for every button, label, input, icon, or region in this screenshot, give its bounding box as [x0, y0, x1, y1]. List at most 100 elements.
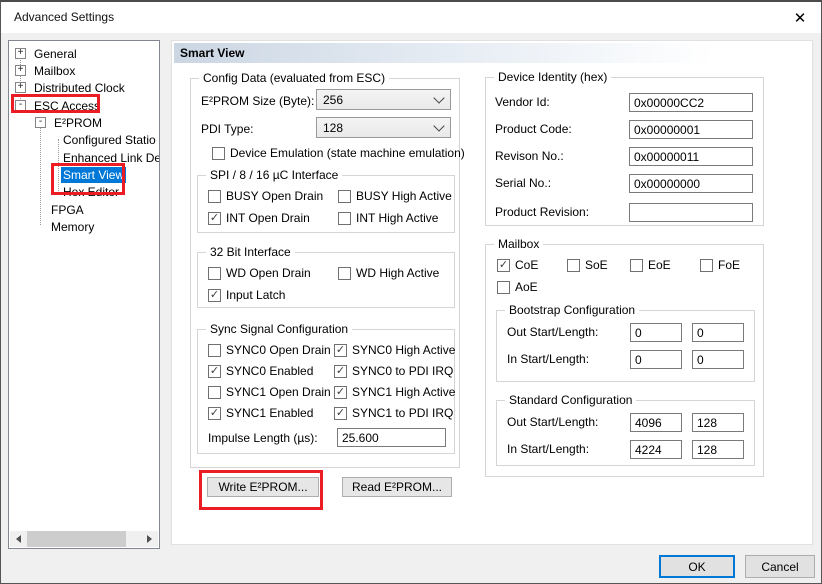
checkbox-icon[interactable]: ✓: [497, 259, 510, 272]
checkbox-icon[interactable]: [567, 259, 580, 272]
sync0-high-active-checkbox[interactable]: ✓ SYNC0 High Active: [334, 343, 455, 357]
chevron-down-icon: [433, 92, 444, 103]
serial-no-label: Serial No.:: [495, 176, 551, 190]
chevron-down-icon: [433, 120, 444, 131]
eoe-checkbox[interactable]: EoE: [630, 258, 671, 272]
scrollbar-thumb[interactable]: [27, 531, 126, 547]
checkbox-icon[interactable]: ✓: [208, 365, 221, 378]
bootstrap-config-group: Bootstrap Configuration Out Start/Length…: [496, 310, 755, 382]
checkbox-icon[interactable]: ✓: [208, 212, 221, 225]
checkbox-icon[interactable]: [208, 344, 221, 357]
checkbox-icon[interactable]: [208, 190, 221, 203]
expand-plus-icon[interactable]: +: [15, 48, 26, 59]
standard-in-start-input[interactable]: [630, 440, 682, 459]
foe-checkbox[interactable]: FoE: [700, 258, 740, 272]
checkbox-icon[interactable]: [212, 147, 225, 160]
busy-open-drain-checkbox[interactable]: BUSY Open Drain: [208, 189, 323, 203]
aoe-checkbox[interactable]: AoE: [497, 280, 538, 294]
pdi-type-label: PDI Type:: [201, 122, 253, 136]
bootstrap-out-label: Out Start/Length:: [507, 325, 598, 339]
input-latch-checkbox[interactable]: ✓ Input Latch: [208, 288, 285, 302]
expand-plus-icon[interactable]: +: [15, 82, 26, 93]
int-high-active-checkbox[interactable]: INT High Active: [338, 211, 438, 225]
bootstrap-in-length-input[interactable]: [692, 350, 744, 369]
wd-high-active-checkbox[interactable]: WD High Active: [338, 266, 439, 280]
annotation-box-esc-access: [11, 94, 100, 113]
pdi-type-select[interactable]: 128: [316, 117, 451, 138]
busy-high-active-checkbox[interactable]: BUSY High Active: [338, 189, 452, 203]
vendor-id-input[interactable]: [629, 93, 753, 112]
int-open-drain-checkbox[interactable]: ✓ INT Open Drain: [208, 211, 310, 225]
device-identity-group: Device Identity (hex) Vendor Id: Product…: [485, 77, 764, 226]
tree-item-fpga[interactable]: FPGA: [9, 201, 160, 218]
sync0-pdi-irq-checkbox[interactable]: ✓ SYNC0 to PDI IRQ: [334, 364, 453, 378]
checkbox-icon[interactable]: [338, 190, 351, 203]
checkbox-icon[interactable]: [208, 386, 221, 399]
checkbox-icon[interactable]: [497, 281, 510, 294]
tree-item-memory[interactable]: Memory: [9, 218, 160, 235]
sync1-open-drain-checkbox[interactable]: SYNC1 Open Drain: [208, 385, 331, 399]
bit32-interface-group: 32 Bit Interface WD Open Drain WD High A…: [197, 252, 455, 308]
checkbox-icon[interactable]: [338, 267, 351, 280]
ok-button[interactable]: OK: [659, 555, 735, 578]
checkbox-icon[interactable]: [700, 259, 713, 272]
checkbox-icon[interactable]: [630, 259, 643, 272]
product-code-input[interactable]: [629, 120, 753, 139]
collapse-minus-icon[interactable]: -: [35, 117, 46, 128]
checkbox-icon[interactable]: ✓: [208, 407, 221, 420]
soe-checkbox[interactable]: SoE: [567, 258, 608, 272]
tree-item-general[interactable]: + General: [9, 45, 160, 62]
standard-in-length-input[interactable]: [692, 440, 744, 459]
sync1-enabled-checkbox[interactable]: ✓ SYNC1 Enabled: [208, 406, 313, 420]
device-emulation-checkbox[interactable]: Device Emulation (state machine emulatio…: [212, 146, 465, 160]
scroll-left-icon[interactable]: [10, 531, 26, 547]
standard-out-label: Out Start/Length:: [507, 415, 598, 429]
expand-plus-icon[interactable]: +: [15, 65, 26, 76]
product-revision-input[interactable]: [629, 203, 753, 222]
advanced-settings-dialog: Advanced Settings ✕ + General + Mailbox …: [0, 0, 822, 584]
sync1-high-active-checkbox[interactable]: ✓ SYNC1 High Active: [334, 385, 455, 399]
checkbox-icon[interactable]: [208, 267, 221, 280]
tree-item-configured-station[interactable]: Configured Statio: [9, 131, 160, 148]
bootstrap-out-start-input[interactable]: [630, 323, 682, 342]
scroll-right-icon[interactable]: [142, 531, 158, 547]
checkbox-icon[interactable]: ✓: [334, 365, 347, 378]
checkbox-icon[interactable]: [338, 212, 351, 225]
eeprom-size-select[interactable]: 256: [316, 89, 451, 110]
standard-out-start-input[interactable]: [630, 413, 682, 432]
bootstrap-in-start-input[interactable]: [630, 350, 682, 369]
read-eeprom-button[interactable]: Read E²PROM...: [342, 477, 452, 497]
revision-no-label: Revison No.:: [495, 149, 564, 163]
sync0-open-drain-checkbox[interactable]: SYNC0 Open Drain: [208, 343, 331, 357]
settings-tree: + General + Mailbox + Distributed Clock …: [8, 40, 160, 549]
annotation-box-smart-view: [51, 163, 125, 195]
impulse-length-input[interactable]: [337, 428, 446, 447]
checkbox-icon[interactable]: ✓: [208, 289, 221, 302]
impulse-length-label: Impulse Length (µs):: [208, 431, 318, 445]
tree-item-mailbox[interactable]: + Mailbox: [9, 62, 160, 79]
standard-out-length-input[interactable]: [692, 413, 744, 432]
checkbox-icon[interactable]: ✓: [334, 344, 347, 357]
coe-checkbox[interactable]: ✓ CoE: [497, 258, 538, 272]
serial-no-input[interactable]: [629, 174, 753, 193]
checkbox-icon[interactable]: ✓: [334, 407, 347, 420]
sync0-enabled-checkbox[interactable]: ✓ SYNC0 Enabled: [208, 364, 313, 378]
sync-signal-group: Sync Signal Configuration SYNC0 Open Dra…: [197, 329, 455, 454]
product-code-label: Product Code:: [495, 122, 572, 136]
checkbox-icon[interactable]: ✓: [334, 386, 347, 399]
sync1-pdi-irq-checkbox[interactable]: ✓ SYNC1 to PDI IRQ: [334, 406, 453, 420]
standard-config-group: Standard Configuration Out Start/Length:…: [496, 400, 755, 466]
tree-item-eeprom[interactable]: - E²PROM: [9, 114, 160, 131]
annotation-box-write-eeprom: [199, 470, 323, 510]
tree-horizontal-scrollbar[interactable]: [10, 531, 158, 547]
title-bar: Advanced Settings ✕: [1, 2, 821, 33]
bootstrap-out-length-input[interactable]: [692, 323, 744, 342]
cancel-button[interactable]: Cancel: [745, 555, 815, 578]
close-icon[interactable]: ✕: [789, 7, 811, 29]
config-data-group: Config Data (evaluated from ESC) E²PROM …: [190, 78, 460, 468]
dialog-title: Advanced Settings: [14, 10, 114, 24]
panel-header: Smart View: [174, 43, 810, 63]
product-revision-label: Product Revision:: [495, 205, 589, 219]
revision-no-input[interactable]: [629, 147, 753, 166]
wd-open-drain-checkbox[interactable]: WD Open Drain: [208, 266, 311, 280]
